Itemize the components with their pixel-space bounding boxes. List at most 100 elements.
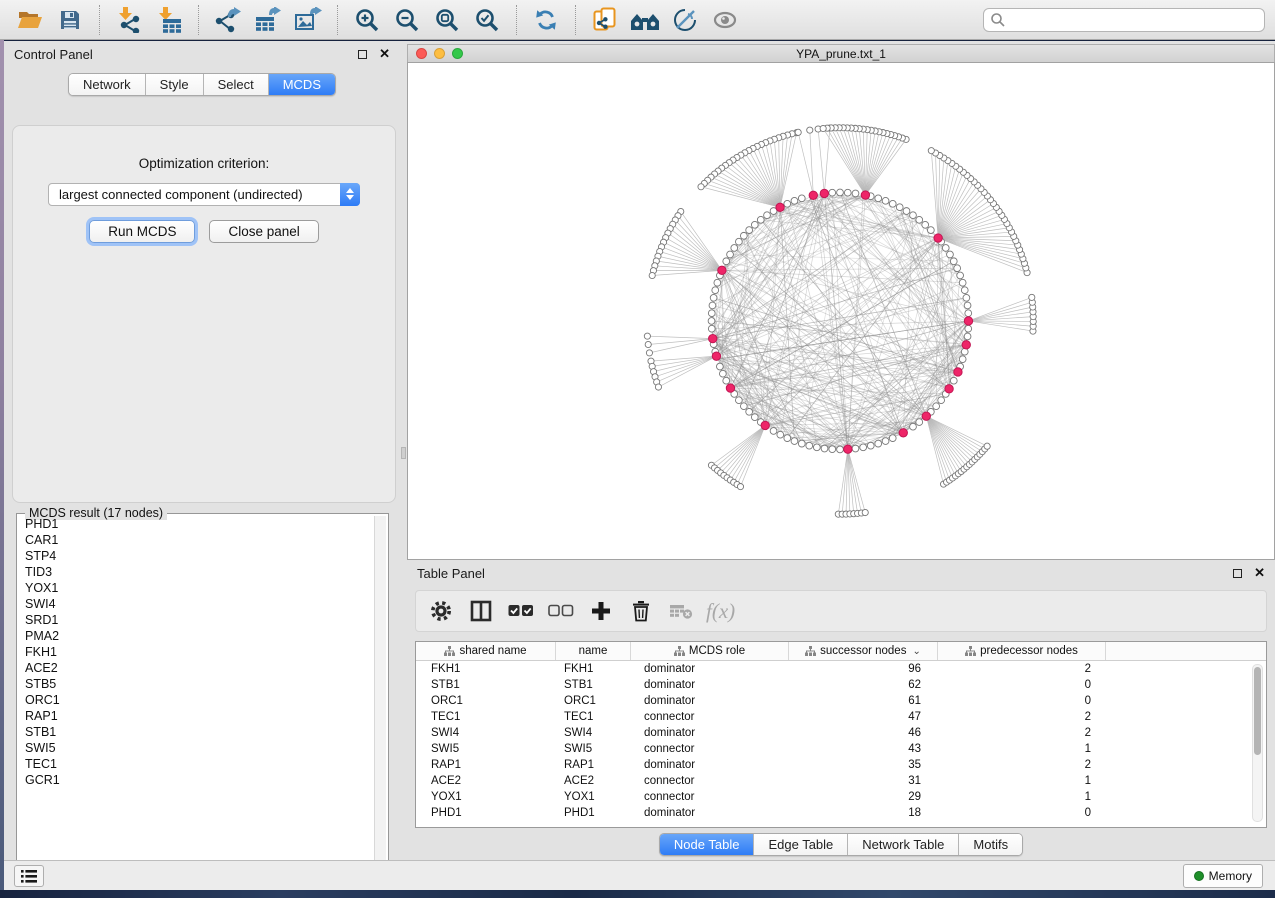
float-panel-button[interactable] bbox=[358, 50, 367, 59]
zoom-in-button[interactable] bbox=[349, 3, 385, 37]
import-network-icon bbox=[115, 7, 143, 33]
table-settings-button[interactable] bbox=[426, 596, 456, 626]
toolbar-separator bbox=[198, 5, 199, 35]
node-table-header: shared name name MCDS role successor nod… bbox=[416, 642, 1266, 661]
result-node[interactable]: PHD1 bbox=[19, 516, 374, 532]
save-icon bbox=[59, 9, 81, 31]
refresh-button[interactable] bbox=[528, 3, 564, 37]
deselect-all-button[interactable] bbox=[546, 596, 576, 626]
table-scrollbar[interactable] bbox=[1252, 664, 1263, 822]
vertical-splitter[interactable] bbox=[400, 41, 407, 860]
toolbar-separator bbox=[516, 5, 517, 35]
result-list-scrollbar[interactable] bbox=[374, 516, 386, 876]
search-neighbors-button[interactable] bbox=[627, 3, 663, 37]
tab-style[interactable]: Style bbox=[146, 74, 204, 95]
network-canvas[interactable] bbox=[407, 62, 1275, 560]
search-input[interactable] bbox=[1006, 13, 1258, 27]
clear-table-icon bbox=[669, 602, 693, 620]
save-session-button[interactable] bbox=[52, 3, 88, 37]
memory-button[interactable]: Memory bbox=[1183, 864, 1263, 888]
splitter-grip[interactable] bbox=[401, 447, 406, 459]
table-row[interactable]: RAP1RAP1dominator352 bbox=[416, 757, 1266, 773]
table-row[interactable]: TEC1TEC1connector472 bbox=[416, 709, 1266, 725]
column-header-predecessor-nodes[interactable]: predecessor nodes bbox=[938, 642, 1106, 660]
table-row[interactable]: YOX1YOX1connector291 bbox=[416, 789, 1266, 805]
tab-motifs[interactable]: Motifs bbox=[959, 834, 1022, 855]
table-tabs: Node Table Edge Table Network Table Moti… bbox=[407, 833, 1275, 856]
column-header-mcds-role[interactable]: MCDS role bbox=[631, 642, 789, 660]
export-image-icon bbox=[294, 7, 322, 33]
delete-column-button[interactable] bbox=[626, 596, 656, 626]
tab-mcds[interactable]: MCDS bbox=[269, 74, 335, 95]
export-table-button[interactable] bbox=[250, 3, 286, 37]
cytoscape-window: Control Panel ✕ Network Style Select MCD… bbox=[0, 0, 1275, 898]
table-row[interactable]: ORC1ORC1dominator610 bbox=[416, 693, 1266, 709]
optimization-criterion-select[interactable]: largest connected component (undirected) bbox=[48, 183, 360, 206]
shared-column-icon bbox=[965, 646, 976, 656]
result-node[interactable]: PMA2 bbox=[19, 628, 374, 644]
column-header-successor-nodes[interactable]: successor nodes ⌄ bbox=[789, 642, 938, 660]
table-row[interactable]: PHD1PHD1dominator180 bbox=[416, 805, 1266, 821]
result-node[interactable]: TID3 bbox=[19, 564, 374, 580]
task-list-icon bbox=[21, 870, 37, 883]
table-row[interactable]: STB1STB1dominator620 bbox=[416, 677, 1266, 693]
tab-edge-table[interactable]: Edge Table bbox=[754, 834, 848, 855]
result-node[interactable]: SRD1 bbox=[19, 612, 374, 628]
export-image-button[interactable] bbox=[290, 3, 326, 37]
open-file-button[interactable] bbox=[12, 3, 48, 37]
checked-boxes-icon bbox=[508, 604, 534, 618]
result-node[interactable]: FKH1 bbox=[19, 644, 374, 660]
create-column-button[interactable] bbox=[586, 596, 616, 626]
result-node[interactable]: STB1 bbox=[19, 724, 374, 740]
result-node[interactable]: YOX1 bbox=[19, 580, 374, 596]
table-row[interactable]: ACE2ACE2connector311 bbox=[416, 773, 1266, 789]
zoom-out-button[interactable] bbox=[389, 3, 425, 37]
table-scrollbar-thumb[interactable] bbox=[1254, 667, 1261, 755]
show-task-history-button[interactable] bbox=[14, 865, 44, 887]
show-hide-eye-button[interactable] bbox=[707, 3, 743, 37]
zoom-selected-button[interactable] bbox=[469, 3, 505, 37]
mcds-result-list: PHD1 CAR1 STP4 TID3 YOX1 SWI4 SRD1 PMA2 … bbox=[19, 516, 374, 876]
table-panel-title: Table Panel bbox=[417, 566, 485, 581]
memory-label: Memory bbox=[1209, 869, 1252, 883]
table-row[interactable]: SWI4SWI4dominator462 bbox=[416, 725, 1266, 741]
result-node[interactable]: SWI5 bbox=[19, 740, 374, 756]
result-node[interactable]: TEC1 bbox=[19, 756, 374, 772]
zoom-fit-button[interactable] bbox=[429, 3, 465, 37]
result-node[interactable]: RAP1 bbox=[19, 708, 374, 724]
network-window-titlebar[interactable]: YPA_prune.txt_1 bbox=[407, 44, 1275, 62]
table-row[interactable]: SWI5SWI5connector431 bbox=[416, 741, 1266, 757]
column-header-name[interactable]: name bbox=[556, 642, 631, 660]
select-all-button[interactable] bbox=[506, 596, 536, 626]
import-network-button[interactable] bbox=[111, 3, 147, 37]
close-table-panel-button[interactable]: ✕ bbox=[1254, 565, 1265, 581]
result-node[interactable]: ACE2 bbox=[19, 660, 374, 676]
import-table-button[interactable] bbox=[151, 3, 187, 37]
tab-network-table[interactable]: Network Table bbox=[848, 834, 959, 855]
toolbar-separator bbox=[99, 5, 100, 35]
result-node[interactable]: CAR1 bbox=[19, 532, 374, 548]
close-panel-button-mcds[interactable]: Close panel bbox=[209, 220, 318, 243]
result-node[interactable]: STB5 bbox=[19, 676, 374, 692]
show-columns-button[interactable] bbox=[466, 596, 496, 626]
tab-select[interactable]: Select bbox=[204, 74, 269, 95]
close-panel-button[interactable]: ✕ bbox=[379, 46, 390, 62]
selected-criterion-value: largest connected component (undirected) bbox=[49, 187, 340, 202]
tab-network[interactable]: Network bbox=[69, 74, 146, 95]
column-header-shared-name[interactable]: shared name bbox=[416, 642, 556, 660]
tab-node-table[interactable]: Node Table bbox=[660, 834, 755, 855]
result-node[interactable]: SWI4 bbox=[19, 596, 374, 612]
result-node[interactable]: ORC1 bbox=[19, 692, 374, 708]
export-network-button[interactable] bbox=[210, 3, 246, 37]
shared-column-icon bbox=[444, 646, 455, 656]
result-node[interactable]: GCR1 bbox=[19, 772, 374, 788]
run-mcds-button[interactable]: Run MCDS bbox=[89, 220, 195, 243]
toggle-graphics-details-button[interactable] bbox=[667, 3, 703, 37]
table-row[interactable]: FKH1FKH1dominator962 bbox=[416, 661, 1266, 677]
float-table-panel-button[interactable] bbox=[1233, 569, 1242, 578]
eye-icon bbox=[712, 10, 738, 30]
control-panel-tabs: Network Style Select MCDS bbox=[4, 73, 400, 96]
select-stepper-icon bbox=[340, 183, 360, 206]
result-node[interactable]: STP4 bbox=[19, 548, 374, 564]
share-network-document-button[interactable] bbox=[587, 3, 623, 37]
